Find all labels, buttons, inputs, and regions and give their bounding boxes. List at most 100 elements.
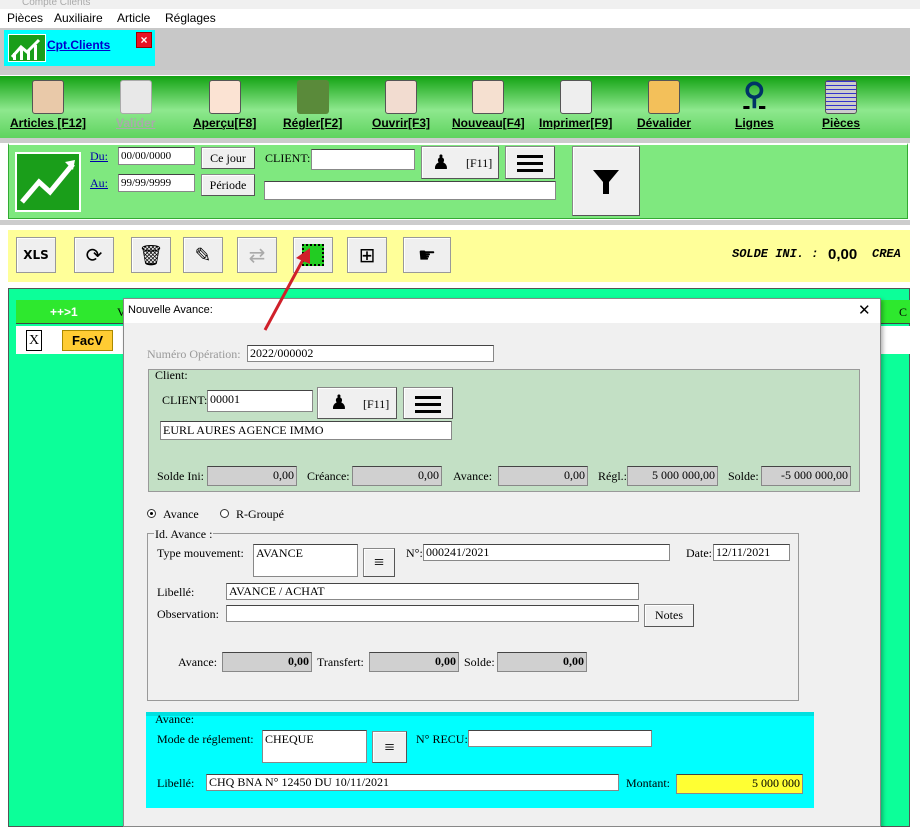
tab-label[interactable]: Cpt.Clients	[47, 38, 110, 52]
type-input[interactable]: AVANCE	[253, 544, 358, 577]
solde-field: -5 000 000,00	[761, 466, 851, 486]
articles-button[interactable]: Articles [F12]	[10, 80, 86, 130]
mode-input[interactable]: CHEQUE	[262, 730, 367, 763]
du-label: Du:	[90, 149, 108, 163]
mode-select-button[interactable]: ≡	[372, 731, 407, 763]
menu-pieces[interactable]: Pièces	[7, 11, 43, 25]
regler-button[interactable]: Régler[F2]	[283, 80, 342, 130]
client-code-input[interactable]	[311, 149, 415, 170]
xls-icon: XLS	[23, 248, 49, 262]
client-label: CLIENT:	[265, 151, 311, 165]
list-icon: ≡	[384, 737, 395, 757]
printer-icon	[559, 80, 592, 114]
libelle-input[interactable]: AVANCE / ACHAT	[226, 583, 639, 600]
grid-col-last[interactable]: C	[899, 305, 907, 320]
creance-field-label: Créance:	[307, 469, 350, 483]
radio-avance[interactable]	[147, 509, 156, 518]
funnel-icon	[593, 170, 619, 194]
creance-field: 0,00	[352, 466, 442, 486]
solde2-label: Solde:	[464, 655, 495, 669]
filter-button[interactable]	[572, 146, 640, 216]
dlg-client-label: CLIENT:	[162, 393, 208, 407]
radio-rgroupe[interactable]	[220, 509, 229, 518]
mode-label: Mode de réglement:	[157, 732, 254, 746]
montant-input[interactable]: 5 000 000	[676, 774, 803, 794]
recu-input[interactable]	[468, 730, 652, 747]
dlg-menu-list-button[interactable]	[403, 387, 453, 419]
regl-field-label: Régl.:	[598, 469, 627, 483]
client-lookup-button[interactable]: ♟ [F11]	[421, 146, 499, 179]
date-input[interactable]: 12/11/2021	[713, 544, 790, 561]
num-op-label: Numéro Opération:	[147, 347, 241, 361]
av-label: Avance:	[178, 655, 218, 669]
notes-button[interactable]: Notes	[644, 604, 694, 627]
edit-button[interactable]: ✎	[183, 237, 223, 273]
client-name-input[interactable]	[264, 181, 556, 200]
refresh-icon: ⟳	[85, 243, 103, 267]
tab-close-icon[interactable]: ×	[136, 32, 152, 48]
libelle2-input[interactable]: CHQ BNA N° 12450 DU 10/11/2021	[206, 774, 619, 791]
money-icon	[296, 80, 329, 114]
solde-field-label: Solde:	[728, 469, 759, 483]
list-icon: ≡	[373, 552, 385, 572]
dlg-client-lookup-button[interactable]: ♟ [F11]	[317, 387, 397, 419]
type-label: Type mouvement:	[157, 546, 244, 560]
search-icon: ⚲	[743, 78, 766, 111]
select-icon: ⊞	[358, 243, 376, 267]
apercu-icon	[208, 80, 241, 114]
au-date-input[interactable]: 99/99/9999	[118, 174, 195, 192]
ouvrir-button[interactable]: Ouvrir[F3]	[372, 80, 430, 130]
num-op-input[interactable]: 2022/000002	[247, 345, 494, 362]
chart-icon	[8, 34, 46, 62]
excel-export-button[interactable]: XLS	[16, 237, 56, 273]
hamburger-icon	[415, 396, 441, 413]
radio-rgroupe-label[interactable]: R-Groupé	[236, 507, 284, 522]
radio-avance-label[interactable]: Avance	[163, 507, 199, 522]
ce-jour-button[interactable]: Ce jour	[201, 147, 255, 169]
menu-auxiliaire[interactable]: Auxiliaire	[54, 11, 103, 25]
lignes-button[interactable]: ⚲ Lignes	[735, 78, 774, 131]
libelle2-label: Libellé:	[157, 776, 195, 790]
menu-reglages[interactable]: Réglages	[165, 11, 216, 25]
delete-button[interactable]: 🗑	[131, 237, 171, 273]
nouveau-icon	[472, 80, 505, 114]
chart-icon	[15, 152, 81, 212]
solde-ini-field-label: Solde Ini:	[157, 469, 204, 483]
du-date-input[interactable]: 00/00/0000	[118, 147, 195, 165]
row-checkbox[interactable]: X	[26, 330, 42, 351]
point-button[interactable]: ☛	[403, 237, 451, 273]
hand-icon: ☛	[418, 243, 436, 267]
periode-button[interactable]: Période	[201, 174, 255, 196]
valider-button[interactable]: Valider	[116, 80, 155, 130]
dlg-client-code-input[interactable]: 00001	[207, 390, 313, 412]
av-field: 0,00	[222, 652, 312, 672]
transfert-field: 0,00	[369, 652, 459, 672]
grid-col-1[interactable]: ++>1	[50, 305, 78, 319]
pieces-button[interactable]: Pièces	[822, 80, 860, 130]
recu-label: N° RECU:	[416, 732, 468, 746]
avance-field-label: Avance:	[453, 469, 493, 483]
au-label: Au:	[90, 176, 108, 190]
hamburger-icon	[517, 155, 543, 172]
creance-label: CREA	[872, 247, 901, 261]
imprimer-button[interactable]: Imprimer[F9]	[539, 80, 612, 130]
menu-article[interactable]: Article	[117, 11, 150, 25]
nouveau-button[interactable]: Nouveau[F4]	[452, 80, 525, 130]
avance-field: 0,00	[498, 466, 588, 486]
devalider-button[interactable]: Dévalider	[637, 80, 691, 130]
solde-ini-value: 0,00	[828, 246, 858, 263]
no-input[interactable]: 000241/2021	[423, 544, 670, 561]
menu-list-button[interactable]	[505, 146, 555, 179]
apercu-button[interactable]: Aperçu[F8]	[193, 80, 256, 130]
dlg-client-name-input[interactable]: EURL AURES AGENCE IMMO	[160, 421, 452, 440]
person-icon: ♟	[432, 152, 450, 174]
type-select-button[interactable]: ≡	[363, 548, 395, 577]
observation-input[interactable]	[226, 605, 639, 622]
separator	[0, 220, 910, 225]
type-badge: FacV	[62, 330, 113, 351]
select-button[interactable]: ⊞	[347, 237, 387, 273]
id-avance-title: Id. Avance :	[154, 527, 214, 542]
refresh-button[interactable]: ⟳	[74, 237, 114, 273]
dialog-close-icon[interactable]: ✕	[858, 301, 871, 319]
person-icon: ♟	[330, 392, 348, 414]
